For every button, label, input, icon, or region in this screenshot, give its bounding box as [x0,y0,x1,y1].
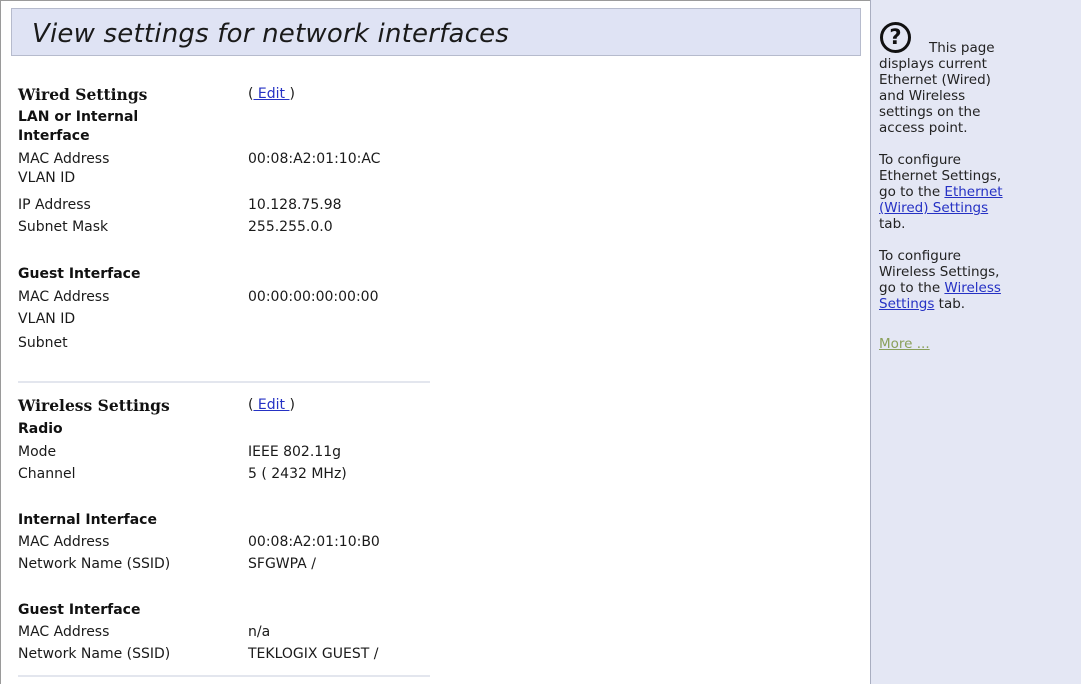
help-p3-line4: Settings tab. [879,296,1051,312]
help-p2-goto-text: go to the [879,184,945,200]
help-p1-line1: This page [929,40,995,56]
wireless-guest-ssid-label: Network Name (SSID) [18,646,171,662]
lan-mac-label: MAC Address [18,151,110,167]
help-p3-tab-text: tab. [934,296,966,312]
wireless-settings-heading: Wireless Settings [18,396,170,415]
help-p1-line2: displays current [879,56,987,72]
wireless-settings-link-b[interactable]: Settings [879,296,934,312]
help-p3-line2: Wireless Settings, [879,264,1000,280]
section-divider-2 [18,675,430,677]
lan-ip-label: IP Address [18,197,91,213]
wired-edit-link[interactable]: Edit [253,86,289,102]
wired-guest-interface-heading: Guest Interface [18,266,141,282]
lan-mask-label: Subnet Mask [18,219,109,235]
radio-mode-value: IEEE 802.11g [248,444,341,460]
frame-left-border [0,0,1,684]
wireless-guest-mac-label: MAC Address [18,624,110,640]
radio-channel-value: 5 ( 2432 MHz) [248,466,347,482]
help-more-line: More ... [879,336,1051,352]
help-p2-line2: Ethernet Settings, [879,168,1002,184]
wired-guest-subnet-label: Subnet [18,335,68,351]
help-p3-line1: To configure [879,248,961,264]
wireless-guest-mac-value: n/a [248,624,271,640]
help-p3-line3: go to the Wireless [879,280,1051,296]
help-p1-line6: access point. [879,120,968,136]
settings-main: Wired Settings ( Edit ) LAN or Internal … [18,0,438,684]
wired-guest-mac-label: MAC Address [18,289,110,305]
help-p2-line1: To configure [879,152,961,168]
help-p1-line5: settings on the [879,104,981,120]
radio-mode-label: Mode [18,444,57,460]
help-p1-line4: and Wireless [879,88,966,104]
lan-interface-heading-line1: LAN or Internal [18,109,139,125]
help-p3-goto-text: go to the [879,280,945,296]
wireless-guest-ssid-value: TEKLOGIX GUEST / [248,646,379,662]
help-p2-line4: (Wired) Settings [879,200,1051,216]
wireless-guest-interface-heading: Guest Interface [18,602,141,618]
help-p2-line3: go to the Ethernet [879,184,1051,200]
internal-mac-value: 00:08:A2:01:10:B0 [248,534,380,550]
wired-guest-mac-value: 00:00:00:00:00:00 [248,289,379,305]
wireless-edit-close-paren: ) [289,397,295,413]
wireless-edit-group: ( Edit ) [248,397,295,413]
lan-ip-value: 10.128.75.98 [248,197,342,213]
radio-channel-label: Channel [18,466,76,482]
wired-edit-group: ( Edit ) [248,86,295,102]
ethernet-settings-link-b[interactable]: (Wired) Settings [879,200,988,216]
help-question-icon: ? [880,22,911,53]
lan-mask-value: 255.255.0.0 [248,219,333,235]
help-panel: ? This page displays current Ethernet (W… [870,0,1081,684]
wired-edit-close-paren: ) [289,86,295,102]
ethernet-settings-link-a[interactable]: Ethernet [944,184,1002,200]
internal-ssid-value: SFGWPA / [248,556,316,572]
internal-ssid-label: Network Name (SSID) [18,556,171,572]
more-help-link[interactable]: More ... [879,336,930,352]
internal-interface-heading: Internal Interface [18,512,157,528]
section-divider-1 [18,381,430,383]
lan-interface-heading-line2: Interface [18,128,90,144]
lan-vlan-label: VLAN ID [18,170,76,186]
wireless-edit-link[interactable]: Edit [253,397,289,413]
wired-guest-vlan-label: VLAN ID [18,311,76,327]
internal-mac-label: MAC Address [18,534,110,550]
lan-mac-value: 00:08:A2:01:10:AC [248,151,381,167]
wireless-settings-link-a[interactable]: Wireless [944,280,1001,296]
radio-heading: Radio [18,421,63,437]
help-p2-line5: tab. [879,216,906,232]
wired-settings-heading: Wired Settings [18,85,148,104]
help-p1-line3: Ethernet (Wired) [879,72,991,88]
